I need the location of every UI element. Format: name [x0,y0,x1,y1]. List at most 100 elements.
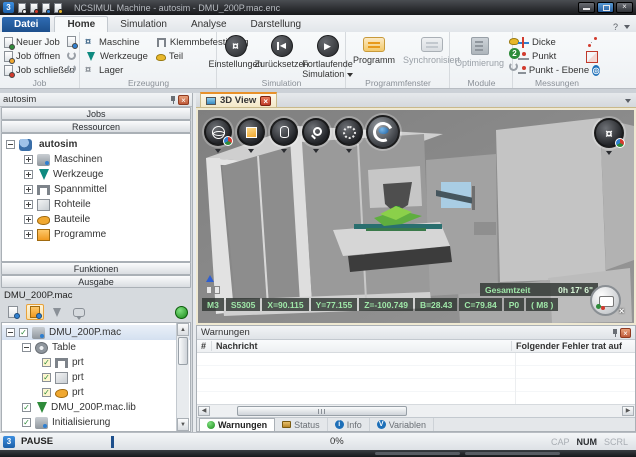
scroll-down-icon[interactable]: ▼ [177,418,189,431]
stock-view-button[interactable] [270,118,298,146]
checkbox-checked[interactable]: ✓ [19,328,28,337]
copy-job-icon[interactable] [67,36,76,47]
dropdown-caret-icon[interactable] [248,149,254,153]
collapse-icon[interactable] [6,328,15,337]
tree-row-maschinen[interactable]: Maschinen [2,152,190,167]
job-row-prt2[interactable]: ✓ prt [2,370,190,385]
minimize-button[interactable] [578,2,595,13]
job-row-prt3[interactable]: ✓ prt [2,385,190,400]
help-icon[interactable]: ? [613,22,618,32]
scroll-up-icon[interactable]: ▲ [177,323,189,336]
comments-button[interactable] [70,304,88,320]
view-tools-button[interactable] [48,304,66,320]
job-row-prt1[interactable]: ✓ prt [2,355,190,370]
tab-close-icon[interactable]: × [260,96,271,106]
maschine-button[interactable]: ¤ Maschine [85,35,148,49]
tab-darstellung[interactable]: Darstellung [239,17,314,32]
programm-button[interactable]: Programm [353,37,395,65]
expand-icon[interactable] [24,155,33,164]
hud-close-icon[interactable]: × [619,306,624,316]
scroll-right-icon[interactable]: ▶ [622,406,634,416]
section-jobs[interactable]: Jobs [1,107,191,120]
job-row-init[interactable]: ✓ Initialisierung [2,415,190,430]
tree-row-root[interactable]: autosim [2,137,190,152]
zoom-button[interactable] [302,118,330,146]
einstellungen-button[interactable]: ¤ Einstellungen [213,35,259,79]
solid-view-button[interactable] [237,118,265,146]
expand-icon[interactable] [24,170,33,179]
zuruecksetzen-button[interactable]: ◀ Zurücksetzen [259,35,305,79]
horizontal-scrollbar[interactable]: ◀ ▶ [197,404,635,417]
scroll-left-icon[interactable]: ◀ [198,406,210,416]
view-document-button[interactable] [4,304,22,320]
quick-access-new-icon[interactable] [18,3,26,13]
scroll-thumb[interactable] [178,337,188,365]
distance-icon[interactable] [587,36,598,47]
close-button[interactable]: × [616,2,633,13]
tab-simulation[interactable]: Simulation [108,17,179,32]
expand-icon[interactable] [24,185,33,194]
hud-panel-button[interactable] [590,285,621,316]
checkbox-checked[interactable]: ✓ [42,358,51,367]
optimierung-button[interactable]: Optimierung [455,37,504,71]
job-row-lib[interactable]: ✓ DMU_200P.mac.lib [2,400,190,415]
quick-access-open-icon[interactable] [30,3,38,13]
checkbox-checked[interactable]: ✓ [22,418,31,427]
checkbox-checked[interactable]: ✓ [22,403,31,412]
checkbox-checked[interactable]: ✓ [42,373,51,382]
vertical-scrollbar[interactable]: ▲ ▼ [176,323,189,431]
expand-icon[interactable] [24,200,33,209]
angle-icon[interactable] [587,52,597,62]
section-ressourcen[interactable]: Ressourcen [1,120,191,133]
job-row-root[interactable]: ✓ DMU_200P.mac [2,325,190,340]
tab-warnungen[interactable]: Warnungen [199,418,275,431]
camera-settings-button[interactable]: ¤ [594,118,624,148]
tab-home[interactable]: Home [54,16,108,32]
expand-icon[interactable] [24,215,33,224]
scroll-thumb[interactable] [237,406,407,416]
column-nachricht[interactable]: Nachricht [211,341,511,351]
reload-job-icon[interactable] [67,51,76,60]
tab-datei[interactable]: Datei [2,17,50,32]
section-funktionen[interactable]: Funktionen [1,262,191,275]
view-parts-button[interactable] [26,304,44,320]
werkzeuge-button[interactable]: Werkzeuge [85,49,148,63]
rotate-view-button[interactable] [366,115,400,149]
collapse-icon[interactable] [22,343,31,352]
app-logo-icon[interactable]: 3 [3,2,14,13]
maximize-button[interactable] [597,2,614,13]
ribbon-collapse-icon[interactable] [624,25,630,29]
column-fehler[interactable]: Folgender Fehler trat auf [511,341,635,351]
panel-close-icon[interactable]: × [178,95,189,105]
expand-icon[interactable] [24,230,33,239]
selection-button[interactable] [335,118,363,146]
dropdown-caret-icon[interactable] [346,149,352,153]
dropdown-caret-icon[interactable] [215,149,221,153]
tab-status[interactable]: Status [275,418,328,431]
recent-job-icon[interactable] [67,64,76,73]
tree-row-programme[interactable]: Programme [2,227,190,242]
column-hash[interactable]: # [197,341,211,351]
dropdown-caret-icon[interactable] [606,151,612,155]
section-ausgabe[interactable]: Ausgabe [1,275,191,288]
checkbox-checked[interactable]: ✓ [42,388,51,397]
tree-row-bauteile[interactable]: Bauteile [2,212,190,227]
viewport-3d[interactable]: ¤ Gesamtzeit 0h 17' 6" M3 S5305 X=90.115… [196,108,636,325]
pin-icon[interactable] [613,329,617,337]
view-mode-button[interactable] [204,118,232,146]
collapse-icon[interactable] [6,140,15,149]
tree-row-werkzeuge[interactable]: Werkzeuge [2,167,190,182]
tab-analyse[interactable]: Analyse [179,17,239,32]
tree-row-rohteile[interactable]: Rohteile [2,197,190,212]
tab-variablen[interactable]: V Variablen [370,418,434,431]
dropdown-caret-icon[interactable] [313,149,319,153]
panel-close-icon[interactable]: × [620,328,631,338]
quick-access-save-icon[interactable] [42,3,50,13]
dropdown-caret-icon[interactable] [281,149,287,153]
tree-row-spannmittel[interactable]: Spannmittel [2,182,190,197]
punkt-ebene-button[interactable]: Punkt - Ebene ◎ [518,63,600,77]
tab-3d-view[interactable]: 3D View × [200,92,277,107]
tab-info[interactable]: i Info [328,418,370,431]
job-row-table[interactable]: Table [2,340,190,355]
fortlaufende-simulation-button[interactable]: ▶ Fortlaufende Simulation [305,35,351,79]
